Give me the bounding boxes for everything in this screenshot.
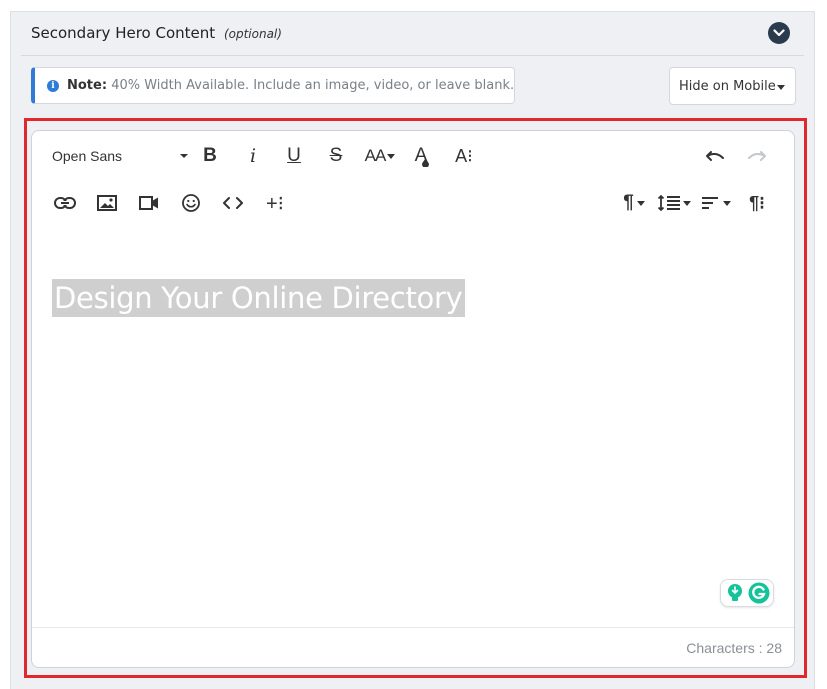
visibility-select[interactable]: Hide on Mobile — [669, 67, 796, 105]
info-icon: i — [47, 80, 59, 92]
caret-down-icon — [777, 85, 785, 90]
note-label: Note: — [67, 78, 108, 93]
visibility-select-value: Hide on Mobile — [679, 79, 776, 94]
note-message: 40% Width Available. Include an image, v… — [111, 78, 515, 93]
highlight-frame — [24, 118, 807, 678]
collapse-button[interactable] — [768, 22, 790, 44]
panel-header[interactable]: Secondary Hero Content (optional) — [21, 12, 804, 56]
optional-label: (optional) — [223, 27, 282, 41]
note-text: Note: 40% Width Available. Include an im… — [67, 78, 514, 93]
note-banner: i Note: 40% Width Available. Include an … — [31, 67, 515, 104]
chevron-down-icon — [773, 29, 785, 37]
panel-title-text: Secondary Hero Content — [31, 24, 216, 42]
panel-title: Secondary Hero Content (optional) — [31, 24, 282, 42]
